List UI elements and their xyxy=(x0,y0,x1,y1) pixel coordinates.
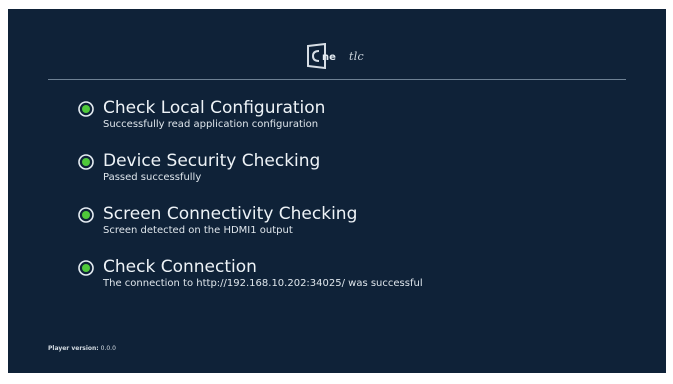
header-divider xyxy=(48,79,626,80)
player-version-value: 0.0.0 xyxy=(100,345,116,352)
svg-text:ne: ne xyxy=(322,52,336,63)
check-circle-icon xyxy=(78,207,94,223)
logo-tail-text: tlc xyxy=(349,49,364,63)
check-detail: Screen detected on the HDMI1 output xyxy=(103,225,293,236)
player-version-label: Player version: xyxy=(48,345,99,352)
check-circle-icon xyxy=(78,154,94,170)
check-circle-icon xyxy=(78,101,94,117)
check-detail: Successfully read application configurat… xyxy=(103,119,319,130)
check-title: Screen Connectivity Checking xyxy=(103,204,358,224)
check-circle-icon xyxy=(78,260,94,276)
cinetilc-logo-icon: ne xyxy=(307,43,336,69)
check-title: Check Connection xyxy=(103,257,257,277)
check-detail: Passed successfully xyxy=(103,172,202,183)
player-startup-screen: ne tlc Check Local Configuration Success… xyxy=(8,9,666,373)
cinetilc-logo: ne tlc xyxy=(305,42,364,70)
player-version: Player version: 0.0.0 xyxy=(48,345,116,353)
check-title: Device Security Checking xyxy=(103,151,321,171)
check-title: Check Local Configuration xyxy=(103,98,326,118)
check-detail: The connection to http://192.168.10.202:… xyxy=(103,278,423,289)
